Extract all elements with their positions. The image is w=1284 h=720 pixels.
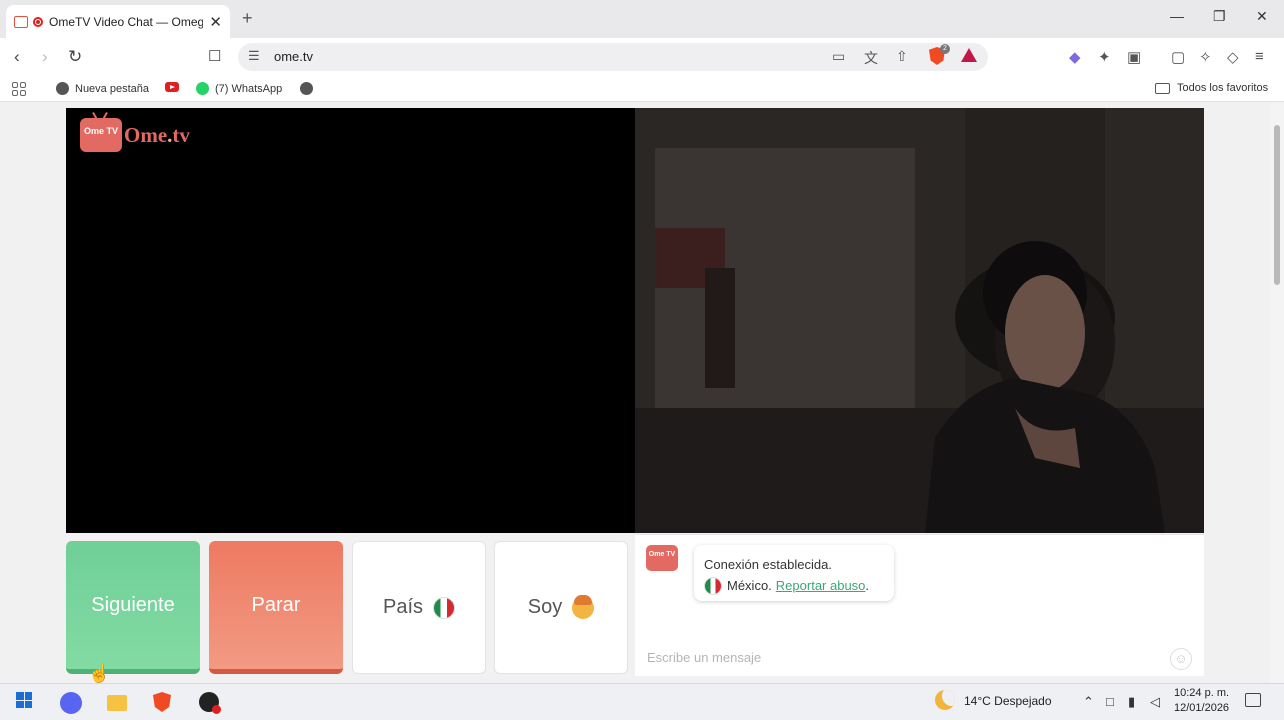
- apps-grid-icon[interactable]: [12, 82, 26, 96]
- browser-toolbar: ‹ › ↻ ☐ ☰ ome.tv ▭ 文 ⇧ 2 ◆ ✦ ▣ ▢ ✧ ◇ ≡: [0, 38, 1284, 76]
- clock-date: 12/01/2026: [1174, 702, 1230, 714]
- site-settings-icon[interactable]: ☰: [248, 48, 260, 64]
- globe-icon: [300, 82, 313, 95]
- weather-text[interactable]: 14°C Despejado: [964, 694, 1052, 708]
- bookmark-icon[interactable]: ☐: [208, 47, 221, 65]
- ometv-tv-icon: Ome TV: [80, 118, 122, 152]
- bookmark-label: (7) WhatsApp: [215, 82, 283, 95]
- all-bookmarks-folder[interactable]: Todos los favoritos: [1155, 82, 1268, 94]
- report-abuse-link[interactable]: Reportar abuso: [776, 575, 866, 596]
- extensions-icon[interactable]: ✦: [1098, 48, 1111, 66]
- brave-browser-icon[interactable]: [153, 692, 171, 712]
- forward-arrow-icon[interactable]: ›: [42, 47, 48, 67]
- tab-strip: OmeTV Video Chat — Omeg ✕ + — ❐ ✕: [0, 0, 1284, 38]
- ometv-logo: Ome TV Ome.tv: [80, 118, 190, 152]
- volume-icon[interactable]: ◁: [1150, 694, 1160, 710]
- boy-avatar-icon: [572, 594, 595, 619]
- windows-start-icon[interactable]: [16, 692, 32, 708]
- taskbar: 14°C Despejado ⌃ □ ▮ ◁ 10:24 p. m. 12/01…: [0, 683, 1284, 720]
- vpn-icon[interactable]: ◇: [1227, 48, 1239, 66]
- stranger-video: [635, 108, 1204, 533]
- page-scrollbar[interactable]: [1270, 103, 1284, 683]
- close-tab-icon[interactable]: ✕: [209, 13, 222, 31]
- folder-label: Todos los favoritos: [1177, 82, 1269, 94]
- brave-rewards-icon[interactable]: [961, 48, 977, 62]
- country-name: México.: [727, 578, 772, 593]
- close-window-button[interactable]: ✕: [1256, 8, 1268, 25]
- reload-icon[interactable]: ↻: [68, 47, 82, 67]
- bookmarks-bar: Nueva pestaña (7) WhatsApp Todos los fav…: [0, 76, 1284, 102]
- emoji-icon[interactable]: ☺: [1170, 648, 1192, 670]
- minimize-button[interactable]: —: [1170, 8, 1184, 24]
- recording-icon: [33, 16, 43, 27]
- sidebar-icon[interactable]: ▣: [1127, 48, 1141, 66]
- bookmark-whatsapp[interactable]: (7) WhatsApp: [196, 82, 282, 95]
- microphone-icon[interactable]: ▮: [1128, 694, 1135, 710]
- clock-time: 10:24 p. m.: [1174, 687, 1230, 699]
- new-tab-button[interactable]: +: [242, 8, 253, 29]
- bookmark-youtube[interactable]: [165, 82, 179, 92]
- discord-icon[interactable]: [60, 692, 82, 714]
- obs-studio-icon[interactable]: [199, 692, 221, 714]
- network-icon[interactable]: □: [1106, 694, 1114, 709]
- leo-ai-icon[interactable]: ◆: [1069, 48, 1081, 66]
- ometv-chat-logo-icon: Ome TV: [646, 545, 678, 571]
- maximize-button[interactable]: ❐: [1213, 8, 1226, 25]
- clock[interactable]: 10:24 p. m. 12/01/2026: [1174, 686, 1229, 716]
- back-arrow-icon[interactable]: ‹: [14, 47, 20, 67]
- country-button[interactable]: País: [352, 541, 486, 674]
- logo-text: Ome.tv: [124, 122, 190, 147]
- wallet-icon[interactable]: ▢: [1171, 48, 1185, 66]
- stranger-video-image: [635, 108, 1204, 533]
- leo-icon[interactable]: ✧: [1199, 48, 1212, 66]
- address-bar[interactable]: ☰ ome.tv ▭ 文 ⇧: [238, 43, 988, 71]
- stop-button[interactable]: Parar: [209, 541, 343, 674]
- ometv-page: Ome TV Ome.tv Siguiente Parar País Soy ☝: [0, 103, 1284, 683]
- connection-message: Conexión establecida.: [704, 557, 832, 572]
- whatsapp-icon: [196, 82, 209, 95]
- share-icon[interactable]: ⇧: [896, 48, 908, 65]
- chevron-up-icon[interactable]: ⌃: [1083, 694, 1094, 710]
- local-video: Ome TV Ome.tv: [66, 108, 635, 533]
- shields-count-badge: 2: [940, 44, 950, 54]
- bookmark-label: Nueva pestaña: [75, 82, 149, 95]
- hand-cursor-icon: ☝: [88, 663, 111, 683]
- cast-icon[interactable]: ▭: [832, 48, 845, 65]
- scrollbar-thumb[interactable]: [1274, 125, 1280, 285]
- folder-icon: [1155, 82, 1170, 94]
- notifications-icon[interactable]: [1245, 693, 1261, 707]
- weather-moon-icon: [935, 690, 955, 710]
- next-button[interactable]: Siguiente: [66, 541, 200, 674]
- mexico-flag-icon: [433, 596, 456, 619]
- system-message: Conexión establecida. México. Reportar a…: [694, 545, 894, 601]
- tab-ometv[interactable]: OmeTV Video Chat — Omeg ✕: [6, 5, 230, 38]
- gender-button[interactable]: Soy: [494, 541, 628, 674]
- ometv-favicon-icon: [14, 15, 28, 28]
- file-explorer-icon[interactable]: [107, 695, 127, 711]
- bookmark-nueva-pestana[interactable]: Nueva pestaña: [56, 82, 149, 95]
- youtube-icon: [165, 82, 179, 92]
- translate-icon[interactable]: 文: [864, 48, 878, 68]
- bookmark-globe[interactable]: [300, 82, 319, 95]
- globe-icon: [56, 82, 69, 95]
- tab-title: OmeTV Video Chat — Omeg: [49, 14, 204, 29]
- chat-panel: Ome TV Conexión establecida. México. Rep…: [635, 534, 1204, 676]
- mexico-flag-icon: [704, 576, 722, 595]
- menu-icon[interactable]: ≡: [1255, 48, 1264, 65]
- url-text: ome.tv: [274, 49, 314, 64]
- message-input[interactable]: Escribe un mensaje: [647, 650, 761, 665]
